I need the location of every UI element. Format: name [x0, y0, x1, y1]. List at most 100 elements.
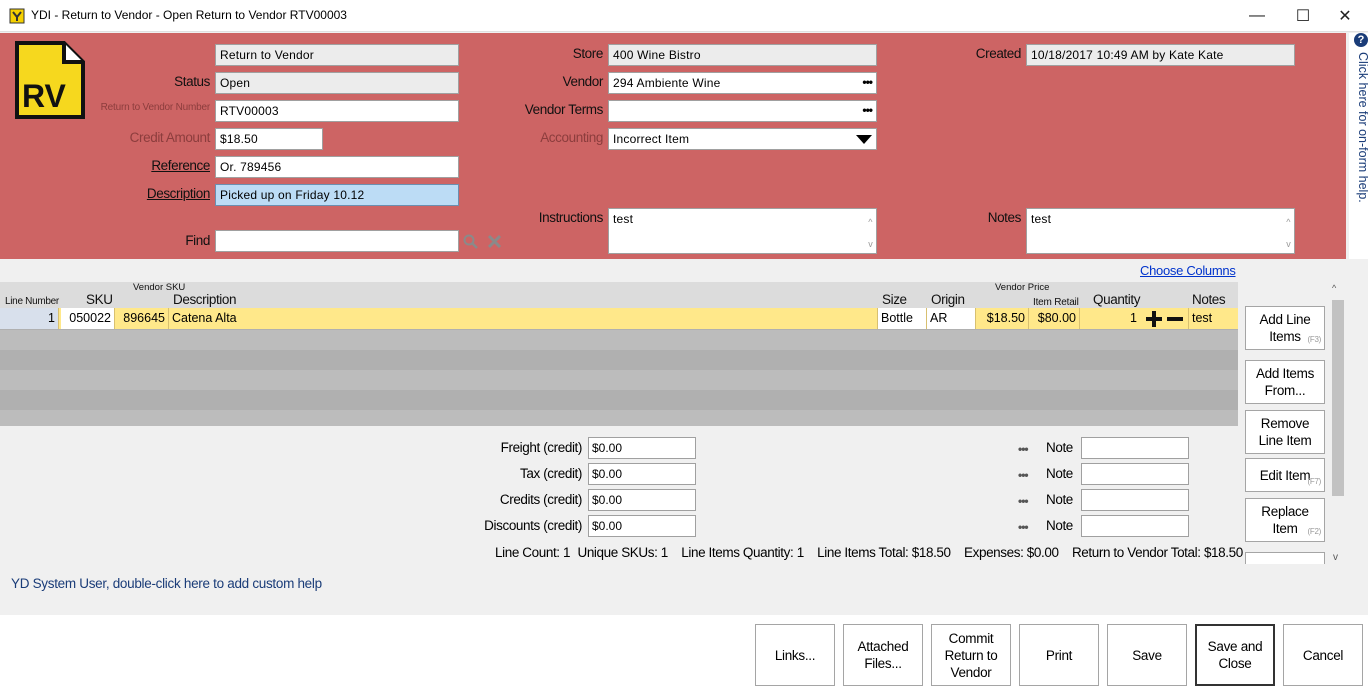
tax-note-input[interactable]: [1081, 463, 1189, 485]
document-type-field: Return to Vendor: [215, 44, 459, 66]
vendor-input[interactable]: 294 Ambiente Wine •••: [608, 72, 877, 94]
links-button[interactable]: Links...: [755, 624, 835, 686]
scroll-up-icon[interactable]: ^: [1332, 283, 1336, 293]
tax-input[interactable]: $0.00: [588, 463, 696, 485]
scroll-down-icon[interactable]: v: [1333, 552, 1338, 563]
increment-icon[interactable]: [1145, 310, 1163, 328]
freight-label: Freight (credit): [500, 440, 583, 455]
custom-help-link[interactable]: YD System User, double-click here to add…: [11, 576, 322, 591]
window-title: YDI - Return to Vendor - Open Return to …: [31, 8, 347, 22]
discounts-label: Discounts (credit): [484, 518, 582, 533]
cell-vendor-sku[interactable]: 896645: [115, 308, 169, 329]
col-notes[interactable]: Notes: [1192, 292, 1226, 307]
maximize-button[interactable]: ☐: [1280, 0, 1326, 32]
credit-amount-label: Credit Amount: [129, 130, 211, 145]
instructions-label: Instructions: [538, 210, 604, 225]
scrollbar-thumb[interactable]: [1332, 300, 1344, 496]
col-origin[interactable]: Origin: [931, 292, 965, 307]
attached-files-button[interactable]: Attached Files...: [843, 624, 923, 686]
line-count: Line Count: 1: [495, 545, 571, 560]
rtv-total: Return to Vendor Total: $18.50: [1071, 545, 1243, 560]
col-description[interactable]: Description: [173, 292, 237, 307]
discounts-input[interactable]: $0.00: [588, 515, 696, 537]
save-and-close-button[interactable]: Save and Close: [1195, 624, 1275, 686]
credits-expense-lookup-icon[interactable]: •••: [1018, 494, 1029, 508]
cell-description[interactable]: Catena Alta: [169, 308, 878, 329]
cell-origin[interactable]: AR: [927, 308, 976, 329]
cell-quantity[interactable]: 1: [1080, 308, 1140, 329]
credits-note-input[interactable]: [1081, 489, 1189, 511]
cell-vendor-price[interactable]: $18.50: [976, 308, 1029, 329]
freight-note-input[interactable]: [1081, 437, 1189, 459]
on-form-help-link[interactable]: Click here for on-form help.: [1356, 52, 1368, 203]
freight-input[interactable]: $0.00: [588, 437, 696, 459]
vendor-lookup-icon[interactable]: •••: [862, 75, 873, 89]
vendor-terms-input[interactable]: •••: [608, 100, 877, 122]
freight-expense-lookup-icon[interactable]: •••: [1018, 442, 1029, 456]
instructions-textarea[interactable]: test ^ v: [608, 208, 877, 254]
store-field: 400 Wine Bistro: [608, 44, 877, 66]
summary-line: Line Count: 1 Unique SKUs: 1 Line Items …: [495, 545, 1253, 560]
tax-label: Tax (credit): [520, 466, 582, 481]
edit-item-button[interactable]: Edit Item (F7): [1245, 458, 1325, 492]
notes-textarea[interactable]: test ^ v: [1026, 208, 1295, 254]
remove-line-item-button[interactable]: Remove Line Item: [1245, 410, 1325, 454]
rtv-number-label: Return to Vendor Number: [100, 102, 211, 113]
search-icon[interactable]: [463, 234, 478, 249]
add-line-items-button[interactable]: Add Line Items (F3): [1245, 306, 1325, 350]
col-line-number[interactable]: Line Number: [5, 296, 59, 307]
cell-sku[interactable]: 050022: [61, 308, 115, 329]
cell-line-number[interactable]: 1: [0, 308, 59, 329]
find-label: Find: [185, 233, 210, 248]
clear-icon[interactable]: [487, 234, 502, 249]
find-input[interactable]: [215, 230, 459, 252]
col-quantity[interactable]: Quantity: [1093, 292, 1140, 307]
vendor-label: Vendor: [562, 74, 604, 89]
replace-item-button[interactable]: Replace Item (F2): [1245, 498, 1325, 542]
description-input[interactable]: Picked up on Friday 10.12: [215, 184, 459, 206]
close-window-button[interactable]: ✕: [1322, 0, 1368, 32]
print-button[interactable]: Print: [1019, 624, 1099, 686]
chevron-down-icon[interactable]: [856, 135, 872, 144]
textarea-scroll-icon[interactable]: ^ v: [1286, 211, 1291, 253]
cell-notes[interactable]: test: [1188, 308, 1238, 329]
choose-columns-link[interactable]: Choose Columns: [1140, 263, 1236, 278]
rtv-number-input[interactable]: RTV00003: [215, 100, 459, 122]
accounting-value: Incorrect Item: [613, 132, 690, 146]
discounts-expense-lookup-icon[interactable]: •••: [1018, 520, 1029, 534]
add-items-from-button[interactable]: Add Items From...: [1245, 360, 1325, 404]
col-size[interactable]: Size: [882, 292, 907, 307]
save-button[interactable]: Save: [1107, 624, 1187, 686]
col-vendor-price[interactable]: Vendor Price: [995, 283, 1049, 293]
more-side-button[interactable]: [1245, 552, 1325, 564]
reference-input[interactable]: Or. 789456: [215, 156, 459, 178]
app-logo-icon: [9, 8, 25, 24]
commit-return-button[interactable]: Commit Return to Vendor: [931, 624, 1011, 686]
cell-item-retail[interactable]: $80.00: [1029, 308, 1080, 329]
line-items-total: Line Items Total: $18.50: [817, 545, 951, 560]
discounts-note-input[interactable]: [1081, 515, 1189, 537]
help-icon[interactable]: ?: [1354, 33, 1368, 47]
tax-note-label: Note: [1046, 466, 1073, 481]
credits-note-label: Note: [1046, 492, 1073, 507]
tax-expense-lookup-icon[interactable]: •••: [1018, 468, 1029, 482]
minimize-button[interactable]: —: [1234, 0, 1280, 32]
col-sku[interactable]: SKU: [86, 292, 113, 307]
notes-label: Notes: [987, 210, 1022, 225]
decrement-icon[interactable]: [1166, 310, 1184, 328]
col-item-retail[interactable]: Item Retail: [1033, 297, 1079, 308]
cell-size[interactable]: Bottle: [878, 308, 927, 329]
expenses: Expenses: $0.00: [964, 545, 1059, 560]
col-vendor-sku[interactable]: Vendor SKU: [133, 283, 185, 293]
store-label: Store: [572, 46, 604, 61]
table-row[interactable]: 1 050022 896645 Catena Alta Bottle AR $1…: [0, 308, 1238, 329]
grid-header: Line Number SKU Vendor SKU Description S…: [0, 282, 1238, 308]
credits-input[interactable]: $0.00: [588, 489, 696, 511]
textarea-scroll-icon[interactable]: ^ v: [868, 211, 873, 253]
credit-amount-input[interactable]: $18.50: [215, 128, 323, 150]
status-label: Status: [174, 74, 210, 89]
accounting-select[interactable]: Incorrect Item: [608, 128, 877, 150]
vendor-terms-lookup-icon[interactable]: •••: [862, 103, 873, 117]
status-field: Open: [215, 72, 459, 94]
cancel-button[interactable]: Cancel: [1283, 624, 1363, 686]
